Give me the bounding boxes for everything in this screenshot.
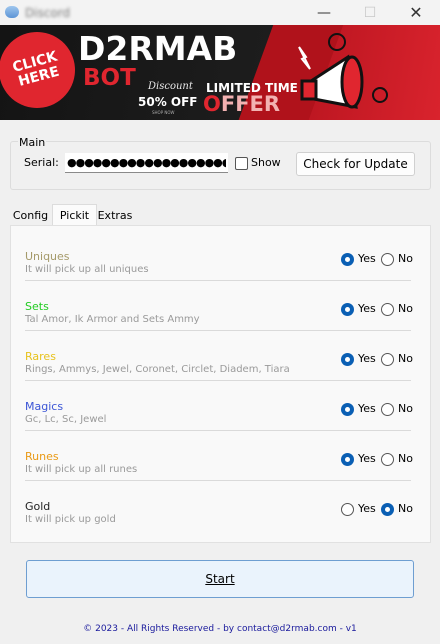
no-radio[interactable] <box>381 453 394 466</box>
no-label: No <box>398 252 413 265</box>
click-here-badge[interactable]: CLICK HERE <box>0 27 80 113</box>
app-icon <box>5 6 19 18</box>
window-title: Discord <box>25 6 71 20</box>
badge-text: CLICK HERE <box>10 48 61 90</box>
item-name: Runes <box>25 450 59 463</box>
decor-circle <box>328 33 346 51</box>
yes-label: Yes <box>358 402 376 415</box>
banner-bot: BOT <box>83 65 136 91</box>
item-desc: Gc, Lc, Sc, Jewel <box>25 414 107 425</box>
banner-off: 50% OFF <box>138 95 198 109</box>
close-button[interactable]: ✕ <box>393 0 439 25</box>
item-name: Sets <box>25 300 49 313</box>
yes-label: Yes <box>358 452 376 465</box>
no-label: No <box>398 302 413 315</box>
no-radio[interactable] <box>381 403 394 416</box>
banner-offer-rest: FFER <box>220 92 281 116</box>
no-radio[interactable] <box>381 353 394 366</box>
promo-banner[interactable]: CLICK HERE D2RMAB BOT Discount 50% OFF S… <box>0 25 440 120</box>
item-desc: It will pick up all uniques <box>25 264 149 275</box>
yes-radio[interactable] <box>341 403 354 416</box>
item-desc: Tal Amor, Ik Armor and Sets Ammy <box>25 314 200 325</box>
pickit-item-gold: Gold It will pick up gold Yes No <box>25 481 413 531</box>
decor-circle <box>372 87 388 103</box>
maximize-button[interactable]: ☐ <box>347 0 393 25</box>
pickit-item-runes: Runes It will pick up all runes Yes No <box>25 431 413 481</box>
no-label: No <box>398 352 413 365</box>
show-label: Show <box>251 156 281 169</box>
banner-shop: SHOP NOW <box>152 110 175 115</box>
item-desc: It will pick up all runes <box>25 464 138 475</box>
no-label: No <box>398 502 413 515</box>
start-label: Start <box>205 572 235 586</box>
tab-config[interactable]: Config <box>10 206 51 225</box>
megaphone-icon <box>298 46 364 109</box>
serial-label: Serial: <box>24 156 59 169</box>
yes-radio[interactable] <box>341 353 354 366</box>
no-label: No <box>398 402 413 415</box>
show-checkbox[interactable] <box>235 157 248 170</box>
yes-label: Yes <box>358 352 376 365</box>
no-radio[interactable] <box>381 303 394 316</box>
yes-label: Yes <box>358 302 376 315</box>
no-radio[interactable] <box>381 503 394 516</box>
tab-extras[interactable]: Extras <box>96 206 134 225</box>
banner-offer: OFFER <box>203 92 280 116</box>
start-button[interactable]: Start <box>26 560 414 598</box>
minimize-button[interactable]: — <box>301 0 347 25</box>
yes-label: Yes <box>358 252 376 265</box>
serial-input[interactable] <box>65 153 228 173</box>
check-update-button[interactable]: Check for Update <box>296 152 415 176</box>
yes-radio[interactable] <box>341 303 354 316</box>
item-name: Uniques <box>25 250 70 263</box>
item-desc: Rings, Ammys, Jewel, Coronet, Circlet, D… <box>25 364 290 375</box>
banner-offer-o: O <box>203 92 221 116</box>
main-group-label: Main <box>18 136 47 149</box>
pickit-item-magics: Magics Gc, Lc, Sc, Jewel Yes No <box>25 381 413 431</box>
pickit-item-rares: Rares Rings, Ammys, Jewel, Coronet, Circ… <box>25 331 413 381</box>
item-name: Gold <box>25 500 51 513</box>
no-label: No <box>398 452 413 465</box>
pickit-item-sets: Sets Tal Amor, Ik Armor and Sets Ammy Ye… <box>25 281 413 331</box>
yes-label: Yes <box>358 502 376 515</box>
item-name: Rares <box>25 350 56 363</box>
footer-copyright: © 2023 - All Rights Reserved - by contac… <box>83 624 357 634</box>
pickit-item-uniques: Uniques It will pick up all uniques Yes … <box>25 231 413 281</box>
banner-brand: D2RMAB <box>78 29 238 68</box>
item-name: Magics <box>25 400 64 413</box>
yes-radio[interactable] <box>341 503 354 516</box>
item-desc: It will pick up gold <box>25 514 116 525</box>
banner-discount: Discount <box>148 81 193 92</box>
no-radio[interactable] <box>381 253 394 266</box>
title-bar: Discord — ☐ ✕ <box>0 0 440 25</box>
yes-radio[interactable] <box>341 253 354 266</box>
tab-pickit[interactable]: Pickit <box>52 204 97 226</box>
pickit-panel: Uniques It will pick up all uniques Yes … <box>10 225 431 543</box>
yes-radio[interactable] <box>341 453 354 466</box>
